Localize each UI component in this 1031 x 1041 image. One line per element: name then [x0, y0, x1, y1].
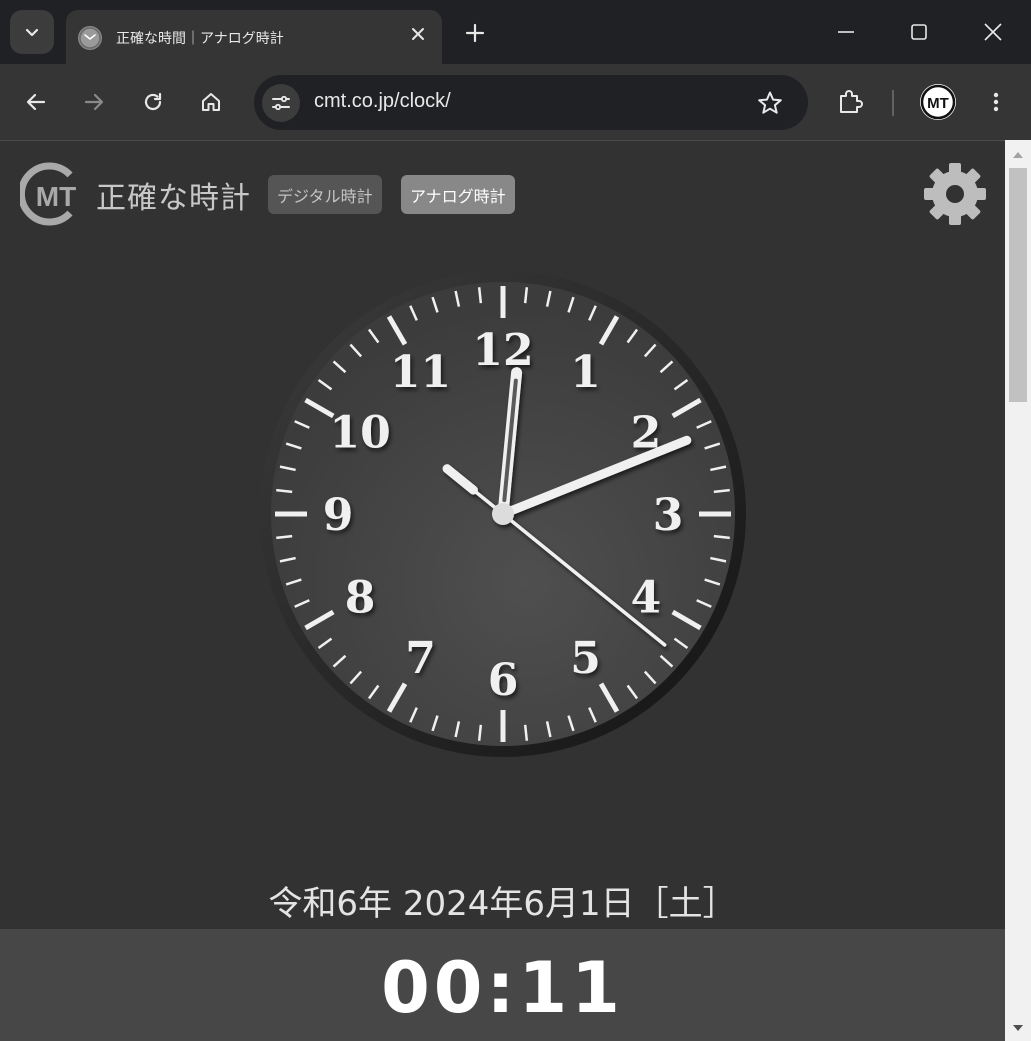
home-button[interactable] [195, 86, 227, 118]
minute-tick [477, 724, 483, 741]
chevron-down-icon [25, 28, 39, 37]
analog-clock: 12 1234567891011 [260, 271, 746, 757]
clock-numeral: 8 [345, 573, 376, 624]
tune-icon [272, 95, 290, 111]
site-name[interactable]: 正確な時計 [96, 173, 251, 217]
clock-numeral: 7 [405, 633, 436, 684]
tab-strip: 正確な時間｜アナログ時計 [0, 0, 1031, 66]
arrow-right-icon [84, 93, 104, 111]
mt-logo-icon: MT [920, 84, 956, 120]
browser-window: 正確な時間｜アナログ時計 cmt.co.jp/clock/ MT MT 正確な時… [0, 0, 1031, 1041]
nav-digital-clock[interactable]: デジタル時計 [268, 175, 382, 214]
tab-search-button[interactable] [10, 10, 54, 54]
clock-numeral: 6 [488, 655, 519, 706]
clock-icon [78, 26, 102, 50]
page-content: MT 正確な時計 デジタル時計 アナログ時計 12 1 2 3 4 5 6 7 … [0, 140, 1005, 1041]
scroll-down-button[interactable] [1005, 1019, 1031, 1037]
forward-button[interactable] [78, 86, 110, 118]
clock-numeral: 3 [653, 490, 684, 541]
tab-close-button[interactable] [408, 24, 428, 44]
toolbar-divider [892, 90, 894, 116]
home-icon [202, 93, 220, 111]
clock-numeral: 1 [570, 347, 601, 398]
scroll-up-button[interactable] [1005, 146, 1031, 164]
cmt-logo[interactable]: MT [20, 161, 82, 227]
gear-icon[interactable] [922, 161, 988, 227]
minimize-icon [838, 31, 854, 33]
new-tab-button[interactable] [460, 18, 490, 48]
triangle-up-icon [1013, 152, 1023, 158]
puzzle-icon [840, 90, 863, 113]
url-text: cmt.co.jp/clock/ [314, 90, 451, 112]
logo-text: MT [36, 181, 76, 212]
active-tab[interactable]: 正確な時間｜アナログ時計 [66, 10, 442, 66]
minute-tick [477, 287, 483, 304]
clock-numeral: 9 [323, 490, 354, 541]
minimize-button[interactable] [828, 14, 864, 50]
scrollbar[interactable] [1005, 140, 1031, 1041]
scrollbar-thumb[interactable] [1009, 168, 1027, 402]
close-window-button[interactable] [975, 14, 1011, 50]
clock-numeral: 5 [570, 633, 601, 684]
minute-tick [713, 488, 730, 494]
star-icon [758, 91, 782, 114]
arrow-left-icon [26, 93, 46, 111]
minute-tick [276, 534, 293, 540]
close-icon [412, 28, 424, 40]
minute-tick [276, 488, 293, 494]
date-text: 令和6年 2024年6月1日［土］ [268, 884, 737, 924]
minute-tick [523, 724, 529, 741]
back-button[interactable] [20, 86, 52, 118]
time-text: 00:11 [381, 947, 624, 1029]
maximize-icon [911, 24, 927, 40]
clock-hub [492, 503, 514, 525]
clock-numeral: 4 [631, 573, 662, 624]
minute-tick [523, 287, 529, 304]
clock-numeral: 10 [329, 408, 390, 459]
clock-numeral: 11 [390, 347, 451, 398]
browser-toolbar: cmt.co.jp/clock/ MT [0, 64, 1031, 140]
extensions-button[interactable] [834, 86, 866, 118]
nav-analog-clock[interactable]: アナログ時計 [401, 175, 515, 214]
maximize-button[interactable] [901, 14, 937, 50]
triangle-down-icon [1013, 1025, 1023, 1031]
tab-title: 正確な時間｜アナログ時計 [116, 31, 284, 47]
reload-icon [144, 92, 162, 111]
clock-numeral: 12 [472, 325, 533, 376]
site-info-button[interactable] [262, 84, 300, 122]
minute-tick [713, 534, 730, 540]
profile-avatar[interactable]: MT [920, 84, 956, 120]
profile-label: MT [927, 95, 949, 112]
address-bar[interactable]: cmt.co.jp/clock/ [254, 75, 808, 130]
digital-time-bar: 00:11 [0, 929, 1005, 1041]
more-vert-icon [993, 92, 999, 112]
reload-button[interactable] [137, 86, 169, 118]
close-icon [984, 23, 1002, 41]
bookmark-button[interactable] [756, 89, 784, 117]
plus-icon [465, 23, 485, 43]
menu-button[interactable] [980, 86, 1012, 118]
